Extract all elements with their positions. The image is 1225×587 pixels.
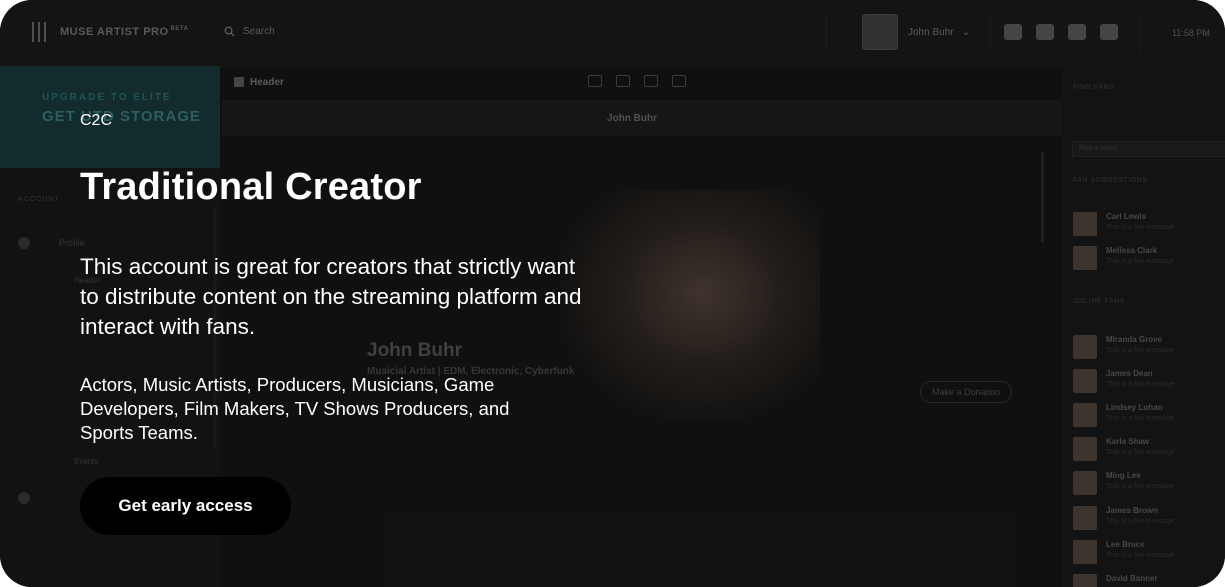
- feature-card: MUSE ARTIST PRO BETA Search John Buhr ⌄ 11…: [0, 0, 1225, 587]
- page-title: Traditional Creator: [80, 166, 422, 208]
- description: This account is great for creators that …: [80, 254, 582, 339]
- eyebrow-label: C2C: [80, 112, 113, 129]
- get-early-access-button[interactable]: Get early access: [80, 477, 291, 535]
- creator-types: Actors, Music Artists, Producers, Musici…: [80, 374, 510, 443]
